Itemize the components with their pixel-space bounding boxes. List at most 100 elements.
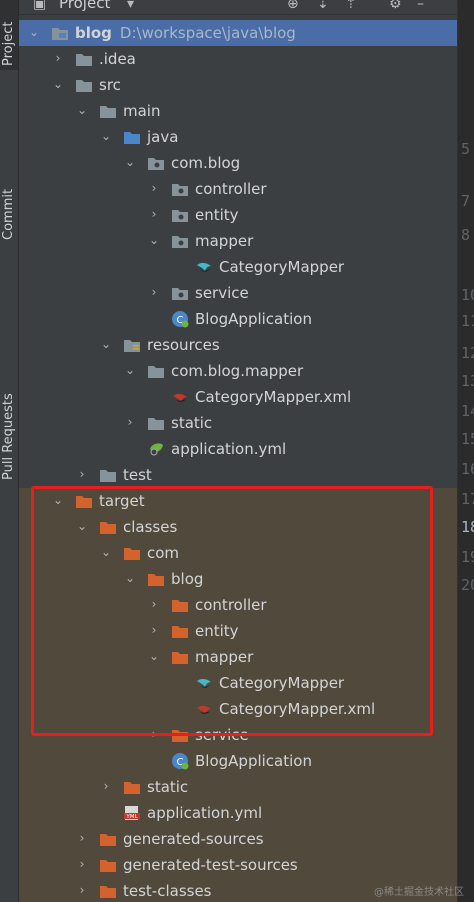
package-icon [172,210,188,222]
tree-row-test[interactable]: › test [19,462,457,488]
excluded-folder-icon [100,834,116,846]
view-dropdown-chevron-icon[interactable]: ▾ [127,0,134,12]
tree-row-category-mapper-xml[interactable]: CategoryMapper.xml [19,384,457,410]
project-panel: ▣ Project ▾ ⊕ ⇣ ⇡ ⚙ – ⌄ blog D:\workspace… [19,0,468,902]
chevron-down-icon[interactable]: ⌄ [123,361,137,379]
resources-folder-icon [124,340,140,352]
source-folder-icon [124,132,140,144]
tree-row-service[interactable]: › service [19,280,457,306]
chevron-down-icon[interactable]: ⌄ [147,231,161,249]
project-side-tab-label: Project [1,21,16,66]
line-number: 15 [461,430,474,448]
chevron-right-icon[interactable]: › [123,413,137,431]
line-number: 19 [461,548,474,566]
chevron-down-icon[interactable]: ⌄ [27,23,41,41]
yml-file-icon: YML [124,806,140,820]
watermark: @稀土掘金技术社区 [374,887,464,898]
chevron-right-icon[interactable]: › [51,49,65,67]
line-number: 14 [461,402,474,420]
package-icon [172,236,188,248]
add-icon[interactable]: ⊕ [287,0,299,12]
tool-window-strip: Project Commit Pull Requests [0,0,19,902]
tree-label: controller [195,180,267,198]
tree-row-generated-test-sources[interactable]: › generated-test-sources [19,852,457,878]
excluded-folder-icon [100,886,116,898]
chevron-right-icon[interactable]: › [147,205,161,223]
tree-row-blog-root[interactable]: ⌄ blog D:\workspace\java\blog [19,20,457,46]
tree-label: resources [147,336,220,354]
folder-icon [148,418,164,430]
chevron-right-icon[interactable]: › [147,179,161,197]
folder-icon [100,106,116,118]
line-number: 13 [461,372,474,390]
gear-icon[interactable]: ⚙ [389,0,402,12]
folder-icon [76,54,92,66]
line-number: 11 [461,312,474,330]
chevron-right-icon[interactable]: › [147,283,161,301]
hide-icon[interactable]: – [417,0,424,12]
line-number: 5 [461,140,471,158]
tree-label: mapper [195,232,254,250]
package-icon [172,288,188,300]
folder-icon [148,366,164,378]
folder-icon [100,470,116,482]
highlight-box [31,486,433,736]
tree-label: .idea [99,50,136,68]
tree-row-target-application-yml[interactable]: YML application.yml [19,800,457,826]
line-number: 10 [461,286,474,304]
chevron-down-icon[interactable]: ⌄ [75,101,89,119]
tree-label: BlogApplication [195,752,312,770]
mybatis-xml-icon [173,393,187,402]
chevron-down-icon[interactable]: ⌄ [99,335,113,353]
tree-row-com-blog-mapper[interactable]: ⌄ com.blog.mapper [19,358,457,384]
tree-row-controller[interactable]: › controller [19,176,457,202]
pull-requests-side-tab-label: Pull Requests [1,393,16,480]
tree-label: src [99,76,121,94]
line-number: 8 [461,226,471,244]
line-number: 12 [461,344,474,362]
tree-row-resources[interactable]: ⌄ resources [19,332,457,358]
chevron-down-icon[interactable]: ⌄ [99,127,113,145]
package-icon [148,158,164,170]
tree-row-target-static[interactable]: › static [19,774,457,800]
chevron-right-icon[interactable]: › [75,855,89,873]
tree-row-static[interactable]: › static [19,410,457,436]
expand-all-icon[interactable]: ⇡ [345,0,357,12]
chevron-right-icon[interactable]: › [75,829,89,847]
tree-row-main[interactable]: ⌄ main [19,98,457,124]
tree-row-application-yml[interactable]: application.yml [19,436,457,462]
editor-gutter: 5 7 8 10 11 12 13 14 15 16 17 18 19 20 [457,0,474,902]
excluded-folder-icon [100,860,116,872]
commit-side-tab[interactable]: Commit [0,90,18,240]
chevron-right-icon[interactable]: › [99,777,113,795]
tree-row-target-blog-application[interactable]: C BlogApplication [19,748,457,774]
line-number: 18 [461,518,474,536]
tree-row-generated-sources[interactable]: › generated-sources [19,826,457,852]
chevron-down-icon[interactable]: ⌄ [51,75,65,93]
tree-row-entity[interactable]: › entity [19,202,457,228]
tree-label: java [147,128,179,146]
tree-row-java[interactable]: ⌄ java [19,124,457,150]
project-side-tab[interactable]: Project [0,0,18,70]
line-number: 17 [461,490,474,508]
tree-row-idea[interactable]: › .idea [19,46,457,72]
chevron-down-icon[interactable]: ⌄ [123,153,137,171]
line-number: 20 [461,576,474,594]
tree-row-mapper[interactable]: ⌄ mapper [19,228,457,254]
tree-label: application.yml [171,440,287,458]
ide-window: Project Commit Pull Requests ▣ Project ▾… [0,0,474,902]
tree-row-src[interactable]: ⌄ src [19,72,457,98]
chevron-right-icon[interactable]: › [75,881,89,899]
tree-row-category-mapper[interactable]: CategoryMapper [19,254,457,280]
project-title[interactable]: Project [59,0,110,12]
class-file-icon: C [172,753,189,770]
tree-row-com-blog[interactable]: ⌄ com.blog [19,150,457,176]
chevron-right-icon[interactable]: › [75,465,89,483]
tree-row-blog-application[interactable]: C BlogApplication [19,306,457,332]
tree-label: application.yml [147,804,263,822]
tree-label: com.blog [171,154,241,172]
pull-requests-side-tab[interactable]: Pull Requests [0,190,18,480]
folder-icon [76,80,92,92]
collapse-all-icon[interactable]: ⇣ [317,0,329,12]
excluded-folder-icon [124,782,140,794]
